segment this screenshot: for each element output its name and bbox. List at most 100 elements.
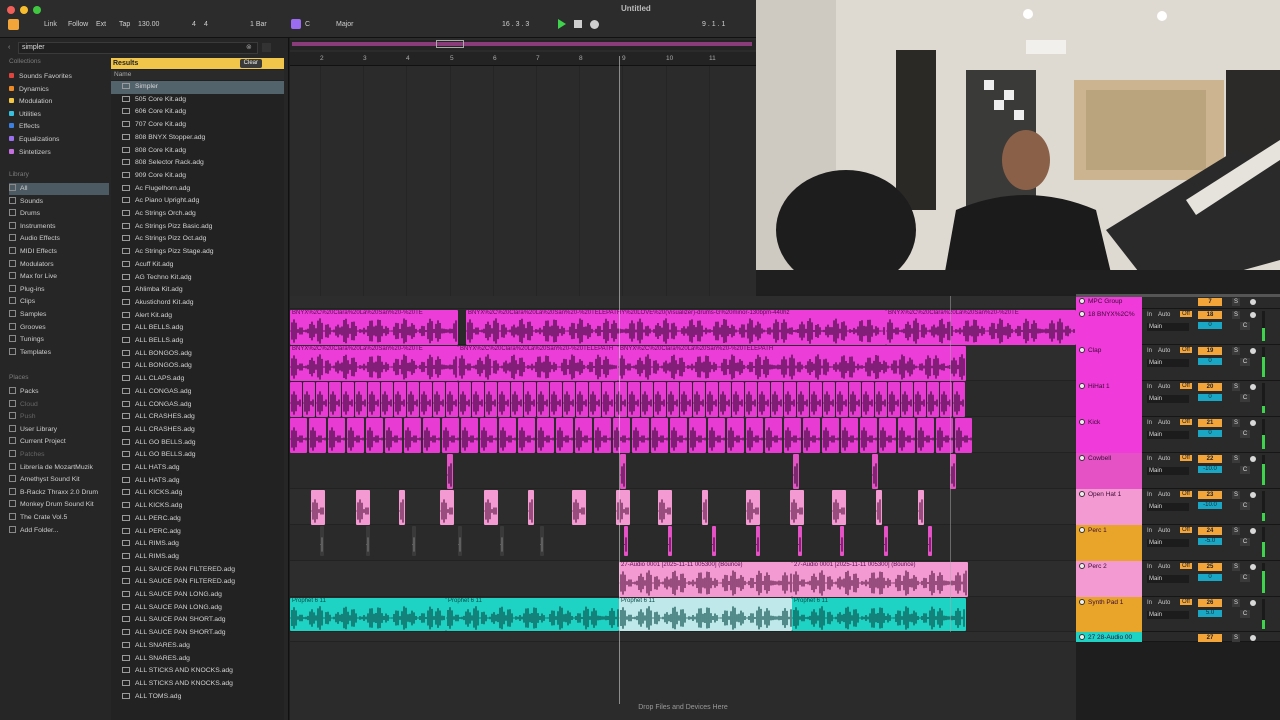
kick-clip[interactable] [822, 418, 839, 453]
perc-ghost-clip[interactable] [540, 526, 544, 556]
input-monitor-in[interactable]: In [1147, 492, 1152, 498]
place-item[interactable]: Push [9, 411, 109, 423]
perc-ghost-clip[interactable] [320, 526, 324, 556]
openhat-clip[interactable] [658, 490, 672, 525]
kick-clip[interactable] [594, 418, 611, 453]
kick-clip[interactable] [404, 418, 421, 453]
tap-button[interactable]: Tap [119, 21, 130, 28]
kick-clip[interactable] [537, 418, 554, 453]
scale-select[interactable]: Major [336, 21, 354, 28]
hihat-clip[interactable] [875, 382, 887, 417]
result-item[interactable]: 808 BNYX Stopper.adg [111, 132, 284, 145]
pan-field[interactable]: C [1240, 502, 1250, 510]
pan-field[interactable]: C [1240, 610, 1250, 618]
library-item[interactable]: Plug-ins [9, 284, 109, 296]
result-item[interactable]: ALL GO BELLS.adg [111, 437, 284, 450]
kick-clip[interactable] [898, 418, 915, 453]
kick-clip[interactable] [556, 418, 573, 453]
track-number[interactable]: 22 [1198, 455, 1222, 463]
openhat-clip[interactable] [702, 490, 708, 525]
hihat-clip[interactable] [368, 382, 380, 417]
result-item[interactable]: ALL SNARES.adg [111, 640, 284, 653]
result-item[interactable]: ALL CLAPS.adg [111, 373, 284, 386]
track-activator-icon[interactable] [1079, 298, 1085, 304]
song-position[interactable]: 16 . 3 . 3 [502, 21, 529, 28]
hihat-clip[interactable] [290, 382, 302, 417]
prophet-clip[interactable]: Prophet 6 11 [446, 598, 619, 631]
link-button[interactable]: Link [44, 21, 57, 28]
track-activator-icon[interactable] [1079, 419, 1085, 425]
kick-clip[interactable] [366, 418, 383, 453]
result-item[interactable]: ALL CRASHES.adg [111, 424, 284, 437]
arrangement-empty-area[interactable] [290, 38, 756, 296]
result-item[interactable]: ALL PERC.adg [111, 513, 284, 526]
place-item[interactable]: Packs [9, 386, 109, 398]
input-monitor-off[interactable]: Off [1180, 599, 1192, 605]
openhat-clip[interactable] [528, 490, 534, 525]
hihat-clip[interactable] [511, 382, 523, 417]
result-item[interactable]: ALL SNARES.adg [111, 653, 284, 666]
result-item[interactable]: Ac Piano Upright.adg [111, 195, 284, 208]
hihat-clip[interactable] [472, 382, 484, 417]
result-item[interactable]: ALL CRASHES.adg [111, 411, 284, 424]
kick-clip[interactable] [784, 418, 801, 453]
hihat-clip[interactable] [524, 382, 536, 417]
input-monitor-auto[interactable]: Auto [1158, 312, 1170, 318]
track-activator-icon[interactable] [1079, 599, 1085, 605]
input-monitor-in[interactable]: In [1147, 564, 1152, 570]
track-header[interactable]: HiHat 1 [1076, 381, 1142, 417]
track-header[interactable]: Perc 1 [1076, 525, 1142, 561]
input-monitor-auto[interactable]: Auto [1158, 420, 1170, 426]
library-item[interactable]: Drums [9, 208, 109, 220]
arm-record-icon[interactable] [1250, 635, 1256, 641]
track-number[interactable]: 7 [1198, 298, 1222, 306]
hihat-clip[interactable] [342, 382, 354, 417]
result-item[interactable]: ALL SAUCE PAN FILTERED.adg [111, 576, 284, 589]
openhat-clip[interactable] [790, 490, 804, 525]
collection-item[interactable]: Equalizations [9, 134, 109, 146]
kick-clip[interactable] [518, 418, 535, 453]
perc-ghost-clip[interactable] [500, 526, 504, 556]
collection-item[interactable]: Modulation [9, 96, 109, 108]
result-item[interactable]: 808 Selector Rack.adg [111, 157, 284, 170]
browser-toggle-icon[interactable] [8, 19, 19, 30]
kick-clip[interactable] [879, 418, 896, 453]
hihat-clip[interactable] [602, 382, 614, 417]
input-monitor-auto[interactable]: Auto [1158, 528, 1170, 534]
result-item[interactable]: ALL STICKS AND KNOCKS.adg [111, 665, 284, 678]
minimize-window-button[interactable] [20, 6, 28, 14]
openhat-clip[interactable] [832, 490, 846, 525]
result-item[interactable]: 505 Core Kit.adg [111, 94, 284, 107]
volume-field[interactable]: -10.0 [1198, 502, 1222, 509]
signature-numerator[interactable]: 4 [192, 21, 196, 28]
search-input[interactable]: simpler [18, 42, 258, 54]
kick-clip[interactable] [309, 418, 326, 453]
library-item[interactable]: Grooves [9, 322, 109, 334]
perc1-clip[interactable] [798, 526, 802, 556]
solo-button[interactable]: S [1232, 563, 1240, 571]
output-select[interactable]: Main [1147, 431, 1189, 439]
track-lane[interactable] [290, 453, 1076, 489]
clear-button[interactable]: Clear [239, 59, 262, 68]
kick-clip[interactable] [765, 418, 782, 453]
kick-clip[interactable] [575, 418, 592, 453]
signature-denominator[interactable]: 4 [204, 21, 208, 28]
hihat-clip[interactable] [849, 382, 861, 417]
result-item[interactable]: ALL RIMS.adg [111, 538, 284, 551]
overview-strip[interactable] [290, 40, 756, 50]
arm-record-icon[interactable] [1250, 312, 1256, 318]
result-item[interactable]: Ac Flugelhorn.adg [111, 183, 284, 196]
input-monitor-off[interactable]: Off [1180, 455, 1192, 461]
input-monitor-in[interactable]: In [1147, 312, 1152, 318]
openhat-clip[interactable] [484, 490, 498, 525]
solo-button[interactable]: S [1232, 347, 1240, 355]
input-monitor-in[interactable]: In [1147, 348, 1152, 354]
hihat-clip[interactable] [498, 382, 510, 417]
perc1-clip[interactable] [756, 526, 760, 556]
place-item[interactable]: Monkey Drum Sound Kit [9, 499, 109, 511]
output-select[interactable]: Main [1147, 323, 1189, 331]
output-select[interactable]: Main [1147, 575, 1189, 583]
library-item[interactable]: Templates [9, 347, 109, 359]
kick-clip[interactable] [385, 418, 402, 453]
track-number[interactable]: 27 [1198, 634, 1222, 642]
